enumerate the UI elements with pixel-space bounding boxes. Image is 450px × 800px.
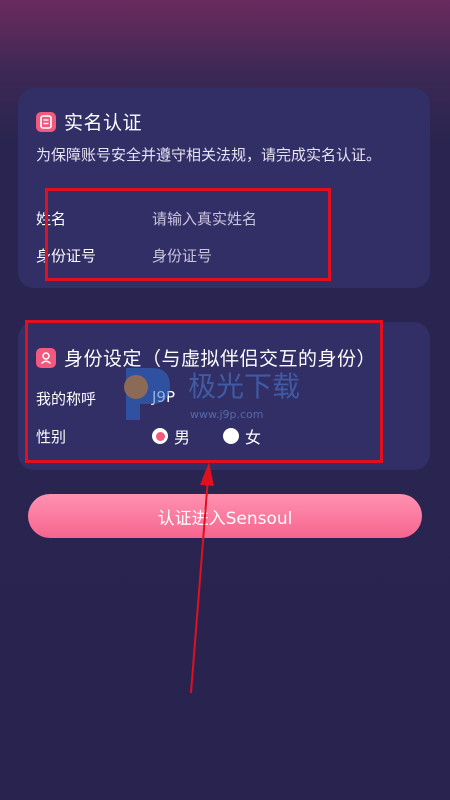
realname-card-title: 实名认证 [64,112,143,134]
realname-description: 为保障账号安全并遵守相关法规，请完成实名认证。 [36,146,382,164]
realname-card-header: 实名认证 [36,108,142,135]
annotation-box-identity [25,320,383,463]
id-card-icon [36,111,56,132]
submit-verification-button[interactable]: 认证进入Sensoul [28,494,422,538]
annotation-box-realname [45,188,331,281]
